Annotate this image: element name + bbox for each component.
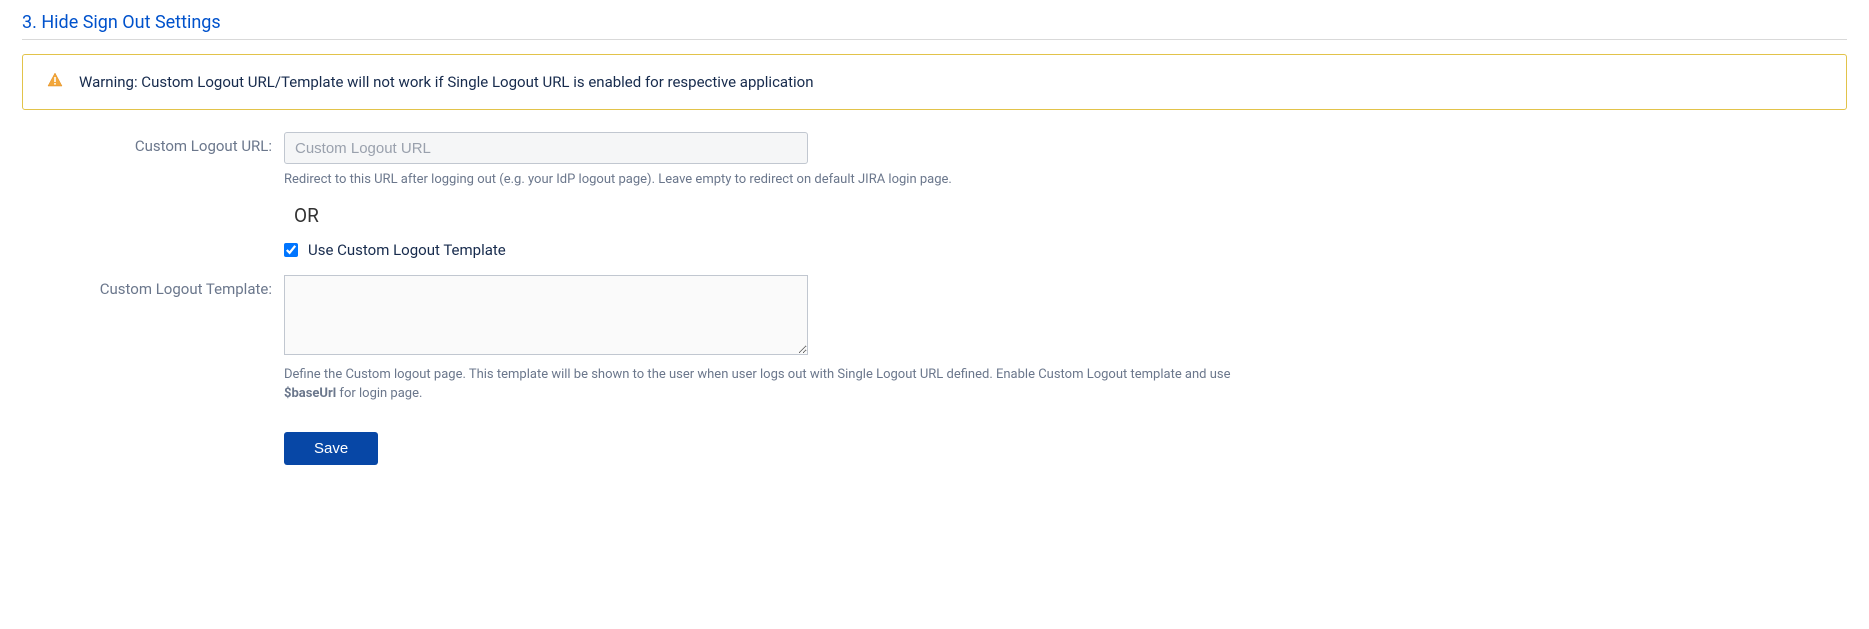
section-title: 3. Hide Sign Out Settings [22, 12, 1847, 40]
custom-logout-template-help: Define the Custom logout page. This temp… [284, 365, 1264, 404]
custom-logout-url-row: Custom Logout URL: Redirect to this URL … [22, 132, 1847, 269]
template-help-pre: Define the Custom logout page. This temp… [284, 367, 1231, 382]
custom-logout-url-label: Custom Logout URL: [22, 132, 284, 155]
custom-logout-url-help: Redirect to this URL after logging out (… [284, 170, 1264, 190]
warning-triangle-icon [47, 72, 63, 92]
use-custom-logout-template-checkbox[interactable] [284, 243, 298, 257]
custom-logout-template-textarea[interactable] [284, 275, 808, 355]
custom-logout-template-row: Custom Logout Template: Define the Custo… [22, 275, 1847, 465]
use-custom-logout-template-label: Use Custom Logout Template [308, 241, 506, 259]
custom-logout-template-label: Custom Logout Template: [22, 275, 284, 298]
or-separator: OR [294, 204, 1264, 227]
use-template-checkbox-row: Use Custom Logout Template [284, 241, 1264, 259]
custom-logout-url-input[interactable] [284, 132, 808, 164]
template-help-baseurl: $baseUrl [284, 386, 336, 401]
template-help-post: for login page. [336, 386, 422, 401]
warning-banner: Warning: Custom Logout URL/Template will… [22, 54, 1847, 110]
warning-text: Warning: Custom Logout URL/Template will… [79, 73, 814, 91]
save-button[interactable]: Save [284, 432, 378, 465]
